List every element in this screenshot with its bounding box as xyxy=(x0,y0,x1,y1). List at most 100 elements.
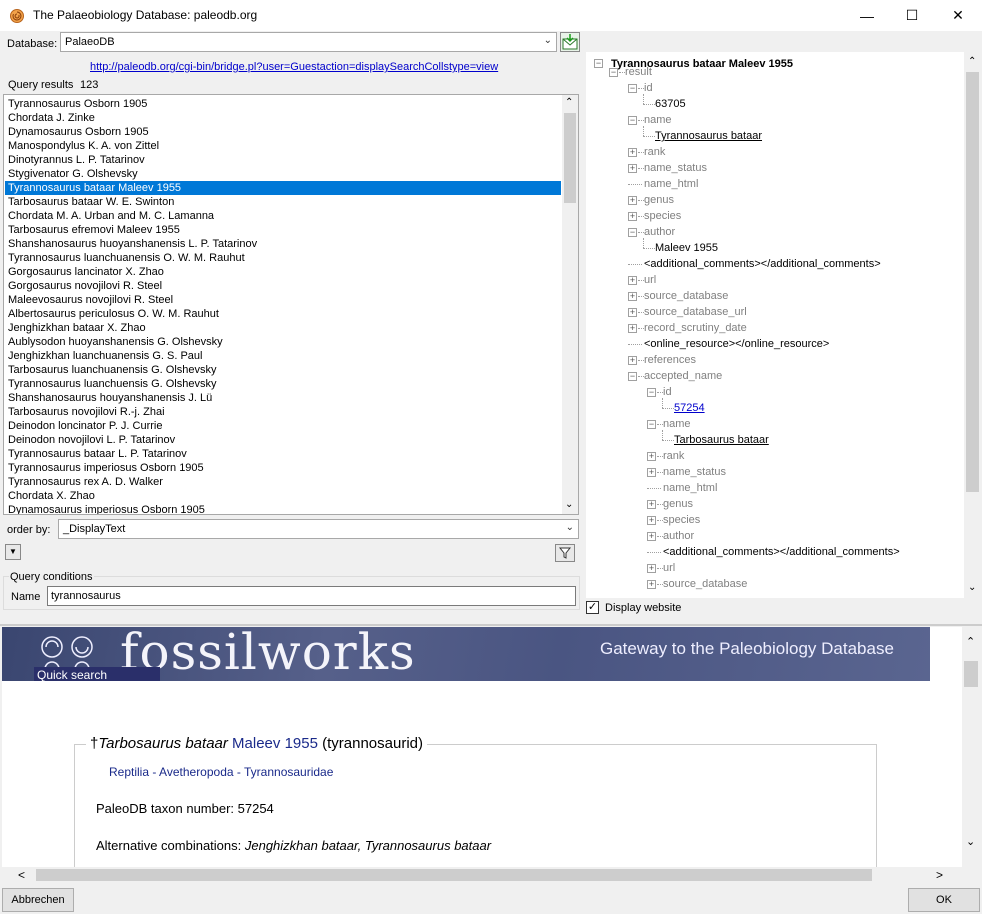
tree-node[interactable]: species xyxy=(644,208,681,224)
tree-node[interactable]: name_html xyxy=(644,176,698,192)
expand-button[interactable]: ▼ xyxy=(5,544,21,560)
web-vscrollbar[interactable]: ⌃ ⌄ xyxy=(962,627,980,867)
tree-value[interactable]: <online_resource></online_resource> xyxy=(644,336,829,352)
collapse-toggle[interactable]: − xyxy=(628,372,637,381)
list-item[interactable]: Tyrannosaurus luanchuensis G. Olshevsky xyxy=(5,377,561,391)
tree-node[interactable]: source_database xyxy=(663,576,747,592)
order-by-select[interactable]: _DisplayText ⌄ xyxy=(58,519,579,539)
family-link[interactable]: Tyrannosauridae xyxy=(244,765,333,779)
scroll-thumb[interactable] xyxy=(36,869,872,881)
expand-toggle[interactable]: + xyxy=(647,468,656,477)
list-item[interactable]: Maleevosaurus novojilovi R. Steel xyxy=(5,293,561,307)
tree-node[interactable]: genus xyxy=(663,496,693,512)
list-item[interactable]: Dynamosaurus Osborn 1905 xyxy=(5,125,561,139)
tree-node[interactable]: rank xyxy=(644,144,665,160)
collapse-toggle[interactable]: − xyxy=(647,420,656,429)
collapse-toggle[interactable]: − xyxy=(628,84,637,93)
tree-node[interactable]: source_database_url xyxy=(644,304,747,320)
results-scrollbar[interactable]: ⌃ ⌄ xyxy=(562,95,578,514)
list-item[interactable]: Tarbosaurus novojilovi R.-j. Zhai xyxy=(5,405,561,419)
tree-node[interactable]: record_scrutiny_date xyxy=(644,320,747,336)
list-item[interactable]: Tarbosaurus luanchuanensis G. Olshevsky xyxy=(5,363,561,377)
tree-node[interactable]: references xyxy=(644,352,696,368)
expand-toggle[interactable]: + xyxy=(628,356,637,365)
tree-node[interactable]: url xyxy=(644,272,656,288)
web-hscrollbar[interactable]: < > xyxy=(2,867,962,883)
list-item[interactable]: Deinodon novojilovi L. P. Tatarinov xyxy=(5,433,561,447)
expand-toggle[interactable]: + xyxy=(647,452,656,461)
splitter[interactable] xyxy=(0,624,982,626)
url-link[interactable]: http://paleodb.org/cgi-bin/bridge.pl?use… xyxy=(90,61,498,73)
web-view[interactable]: fossilworks Gateway to the Paleobiology … xyxy=(2,627,962,867)
tree-node[interactable]: name_status xyxy=(644,160,707,176)
result-tree[interactable]: − Tyrannosaurus bataar Maleev 1955− result… xyxy=(586,52,964,598)
expand-toggle[interactable]: + xyxy=(647,532,656,541)
list-item[interactable]: Jenghizkhan bataar X. Zhao xyxy=(5,321,561,335)
list-item[interactable]: Tyrannosaurus Osborn 1905 xyxy=(5,97,561,111)
tree-node[interactable]: id xyxy=(644,80,653,96)
list-item[interactable]: Deinodon loncinator P. J. Currie xyxy=(5,419,561,433)
display-website-checkbox[interactable]: ✓ xyxy=(586,601,599,614)
list-item[interactable]: Manospondylus K. A. von Zittel xyxy=(5,139,561,153)
expand-toggle[interactable]: + xyxy=(628,308,637,317)
tree-value[interactable]: 63705 xyxy=(655,96,686,112)
list-item[interactable]: Albertosaurus periculosus O. W. M. Rauhu… xyxy=(5,307,561,321)
collapse-toggle[interactable]: − xyxy=(609,68,618,77)
quick-search-tab[interactable]: Quick search xyxy=(34,667,160,681)
collapse-toggle[interactable]: − xyxy=(628,228,637,237)
tree-node[interactable]: name xyxy=(644,112,672,128)
tree-node[interactable]: url xyxy=(663,560,675,576)
scroll-up-icon[interactable]: ⌃ xyxy=(966,635,975,648)
maximize-button[interactable]: ☐ xyxy=(889,0,935,31)
list-item[interactable]: Shanshanosaurus huoyanshanensis L. P. Ta… xyxy=(5,237,561,251)
collapse-toggle[interactable]: − xyxy=(628,116,637,125)
tree-node[interactable]: species xyxy=(663,512,700,528)
list-item[interactable]: Shanshanosaurus houyanshanensis J. Lü xyxy=(5,391,561,405)
list-item[interactable]: Tyrannosaurus rex A. D. Walker xyxy=(5,475,561,489)
collapse-toggle[interactable]: − xyxy=(647,388,656,397)
order-link[interactable]: Avetheropoda xyxy=(159,765,234,779)
tree-node[interactable]: id xyxy=(663,384,672,400)
name-field[interactable]: tyrannosaurus xyxy=(47,586,576,606)
scroll-thumb[interactable] xyxy=(964,661,978,687)
tree-node[interactable]: accepted_name xyxy=(644,368,722,384)
tree-node[interactable]: author xyxy=(644,224,675,240)
scroll-up-icon[interactable]: ⌃ xyxy=(565,97,573,108)
cancel-button[interactable]: Abbrechen xyxy=(2,888,74,912)
tree-value[interactable]: <additional_comments></additional_commen… xyxy=(663,544,900,560)
list-item[interactable]: Gorgosaurus novojilovi R. Steel xyxy=(5,279,561,293)
tree-node[interactable]: rank xyxy=(663,448,684,464)
expand-toggle[interactable]: + xyxy=(628,148,637,157)
tree-value[interactable]: Tyrannosaurus bataar xyxy=(655,128,762,144)
filter-button[interactable] xyxy=(555,544,575,562)
list-item[interactable]: Tyrannosaurus imperiosus Osborn 1905 xyxy=(5,461,561,475)
list-item[interactable]: Tarbosaurus bataar W. E. Swinton xyxy=(5,195,561,209)
scroll-left-icon[interactable]: < xyxy=(18,868,25,882)
tree-value[interactable]: Maleev 1955 xyxy=(655,240,718,256)
tree-node[interactable]: genus xyxy=(644,192,674,208)
list-item[interactable]: Stygivenator G. Olshevsky xyxy=(5,167,561,181)
list-item[interactable]: Chordata M. A. Urban and M. C. Lamanna xyxy=(5,209,561,223)
list-item[interactable]: Tarbosaurus efremovi Maleev 1955 xyxy=(5,223,561,237)
list-item[interactable]: Chordata X. Zhao xyxy=(5,489,561,503)
expand-toggle[interactable]: + xyxy=(628,164,637,173)
close-button[interactable]: ✕ xyxy=(935,0,981,31)
scroll-right-icon[interactable]: > xyxy=(936,868,943,882)
tree-value[interactable]: 57254 xyxy=(674,400,705,416)
tree-value[interactable]: <additional_comments></additional_commen… xyxy=(644,256,881,272)
expand-toggle[interactable]: + xyxy=(628,212,637,221)
expand-toggle[interactable]: + xyxy=(647,516,656,525)
scroll-thumb[interactable] xyxy=(966,72,979,492)
scroll-down-icon[interactable]: ⌄ xyxy=(565,499,573,510)
expand-toggle[interactable]: + xyxy=(647,500,656,509)
class-link[interactable]: Reptilia xyxy=(109,765,149,779)
tree-node[interactable]: source_database xyxy=(644,288,728,304)
list-item[interactable]: Tyrannosaurus bataar Maleev 1955 xyxy=(5,181,561,195)
tree-node[interactable]: result xyxy=(625,64,652,80)
list-item[interactable]: Chordata J. Zinke xyxy=(5,111,561,125)
taxon-author[interactable]: Maleev 1955 xyxy=(232,735,318,752)
scroll-down-icon[interactable]: ⌄ xyxy=(968,582,976,593)
expand-toggle[interactable]: + xyxy=(628,292,637,301)
expand-toggle[interactable]: + xyxy=(628,276,637,285)
tree-scrollbar[interactable]: ⌃ ⌄ xyxy=(964,52,981,598)
